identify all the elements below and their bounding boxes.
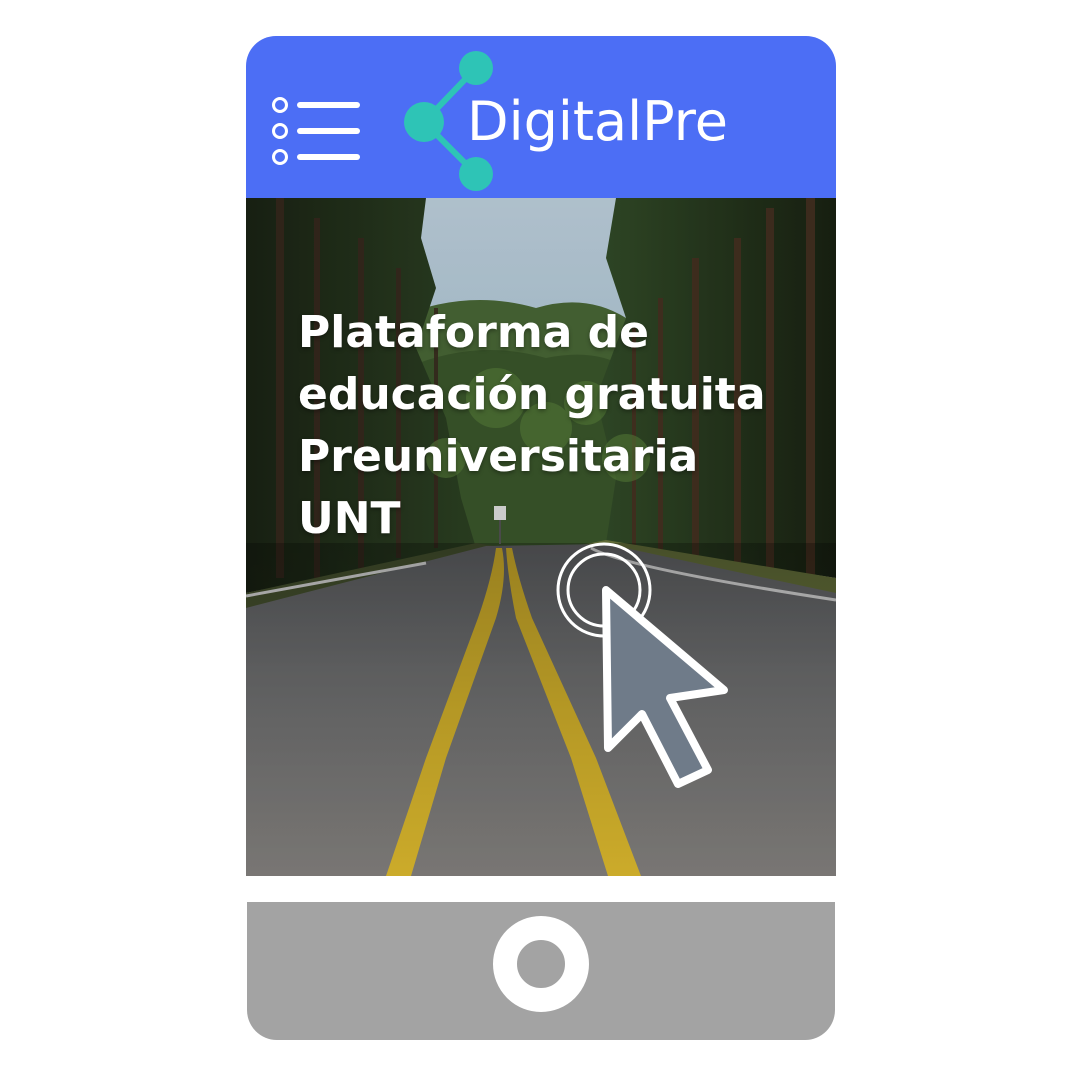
- hero-title: Plataforma de educación gratuita Preuniv…: [298, 302, 828, 550]
- hero-title-line: Plataforma de: [298, 307, 650, 358]
- list-menu-icon[interactable]: [270, 92, 364, 168]
- hero-title-line: Preuniversitaria: [298, 431, 699, 482]
- phone-mockup: DigitalPre Plataforma de educación gratu…: [0, 0, 1080, 1080]
- mouse-pointer-click-icon: [556, 542, 728, 788]
- brand-name[interactable]: DigitalPre: [467, 82, 728, 162]
- home-button-icon[interactable]: [493, 916, 589, 1012]
- hero-title-line: educación gratuita: [298, 369, 766, 420]
